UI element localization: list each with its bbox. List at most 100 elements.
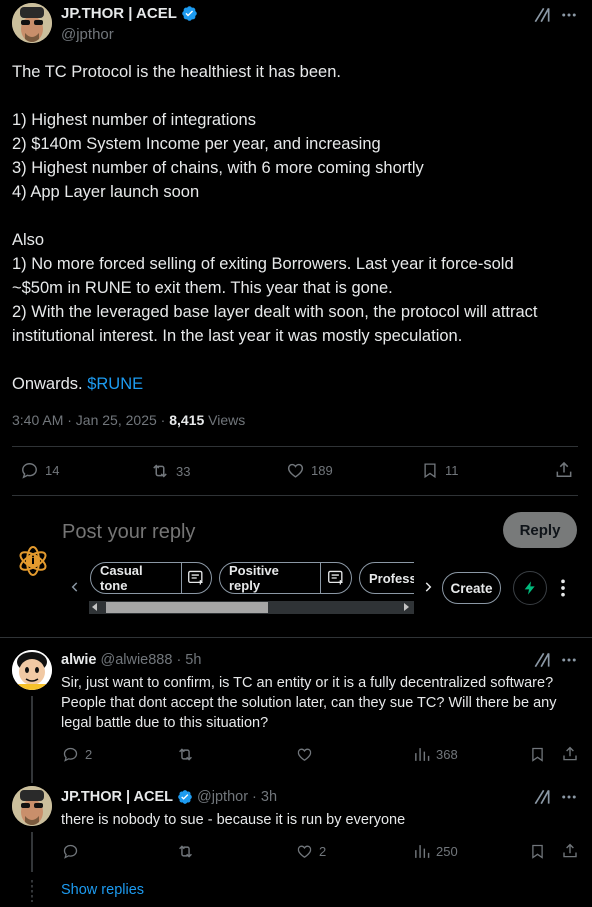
show-replies-link[interactable]: Show replies <box>61 882 144 898</box>
tweet-line: 1) No more forced selling of exiting Bor… <box>12 255 514 273</box>
like-count: 189 <box>311 463 333 478</box>
repost-button[interactable]: 33 <box>150 461 190 481</box>
like-icon <box>297 748 312 761</box>
reply-author-name[interactable]: JP.THOR | ACEL <box>61 789 173 805</box>
reply-button[interactable]: 14 <box>20 461 59 480</box>
repost-button[interactable] <box>176 842 201 861</box>
repost-button[interactable] <box>176 745 201 764</box>
reply-count: 14 <box>45 463 60 478</box>
reply-input[interactable] <box>62 516 482 548</box>
suggestion-casual-tone[interactable]: Casual tone <box>90 562 212 594</box>
composer-more-icon[interactable] <box>556 578 570 598</box>
views-count: 8,415 <box>169 412 205 428</box>
reply-avatar[interactable] <box>12 650 52 690</box>
bookmark-icon <box>532 844 543 859</box>
grok-icon[interactable] <box>532 787 552 807</box>
reply-icon <box>22 463 37 479</box>
rewrite-icon[interactable] <box>181 570 211 586</box>
suggestion-label: Positive reply <box>229 563 279 593</box>
suggestions-scrollbar[interactable] <box>89 601 414 614</box>
reply-author-name[interactable]: alwie <box>61 652 96 668</box>
tweet-timestamp[interactable]: 3:40 AM · Jan 25, 2025 · <box>12 412 169 428</box>
like-count: 2 <box>319 844 327 859</box>
suggestion-positive-reply[interactable]: Positive reply <box>219 562 352 594</box>
suggestions-strip: Casual tone Positive reply Profess <box>89 562 414 596</box>
reply-avatar[interactable] <box>12 786 52 826</box>
repost-icon <box>153 464 167 478</box>
grok-icon[interactable] <box>532 650 552 670</box>
reply-count: 2 <box>85 747 93 762</box>
more-icon[interactable] <box>560 788 578 806</box>
bookmark-button[interactable]: 11 <box>421 461 459 480</box>
more-icon[interactable] <box>560 651 578 669</box>
bookmark-button[interactable] <box>529 843 546 860</box>
views-button[interactable]: 250 <box>413 843 458 860</box>
grok-boost-button[interactable] <box>513 571 547 605</box>
reply-button[interactable] <box>62 843 85 860</box>
more-icon[interactable] <box>560 6 578 24</box>
thread-line <box>31 696 33 783</box>
tweet-line: 1) Highest number of integrations <box>12 111 256 129</box>
create-button[interactable]: Create <box>442 572 501 604</box>
tweet-line: Also <box>12 231 45 249</box>
repost-count: 33 <box>176 463 191 479</box>
scroll-left-arrow[interactable] <box>92 603 97 611</box>
share-button[interactable] <box>561 745 579 763</box>
repost-icon <box>179 845 192 858</box>
like-icon <box>287 463 304 478</box>
tweet-line: institutional interest. In the last year… <box>12 327 463 345</box>
tweet-line <box>12 348 582 372</box>
like-button[interactable]: 2 <box>296 843 326 860</box>
suggestion-label: Casual tone <box>100 563 143 593</box>
share-button[interactable] <box>554 460 574 480</box>
suggestion-label: Profess <box>369 570 414 586</box>
carousel-left-icon[interactable] <box>68 580 82 594</box>
tweet-line: 3) Highest number of chains, with 6 more… <box>12 159 424 177</box>
views-button[interactable]: 368 <box>413 746 458 763</box>
views-count: 368 <box>436 747 458 762</box>
author-name[interactable]: JP.THOR | ACEL <box>61 5 177 22</box>
reply-author-handle[interactable]: @alwie888 · 5h <box>100 652 201 668</box>
like-icon <box>297 845 312 858</box>
carousel-right-icon[interactable] <box>421 580 435 594</box>
bookmark-button[interactable] <box>529 746 546 763</box>
like-button[interactable] <box>296 746 319 763</box>
divider <box>12 446 578 447</box>
composer-avatar <box>16 544 50 578</box>
views-count: 250 <box>436 844 458 859</box>
reply-icon <box>63 844 78 859</box>
thread-line <box>31 832 33 872</box>
tweet-final-text: Onwards. <box>12 375 88 393</box>
tweet-final-line: Onwards. $RUNE <box>12 372 582 396</box>
bookmark-icon <box>532 747 543 762</box>
grok-icon[interactable] <box>532 5 552 25</box>
verified-badge-icon <box>181 5 198 22</box>
rewrite-icon[interactable] <box>321 570 351 586</box>
author-handle[interactable]: @jpthor <box>61 26 114 43</box>
thread-dots <box>31 880 33 902</box>
tweet-meta: 3:40 AM · Jan 25, 2025 · 8,415 Views <box>12 412 245 428</box>
suggestion-professional[interactable]: Profess <box>359 562 414 594</box>
repost-icon <box>179 748 192 761</box>
tweet-line <box>12 204 582 228</box>
reply-button[interactable]: 2 <box>62 746 92 763</box>
share-icon <box>556 461 572 477</box>
reply-submit-button[interactable]: Reply <box>503 512 577 548</box>
tweet-line: 2) $140m System Income per year, and inc… <box>12 135 381 153</box>
reply-author-handle[interactable]: @jpthor · 3h <box>197 789 277 805</box>
share-button[interactable] <box>561 842 579 860</box>
share-icon <box>563 746 577 761</box>
reply-text: there is nobody to sue - because it is r… <box>61 812 406 828</box>
divider <box>0 637 592 638</box>
scrollbar-thumb[interactable] <box>106 602 268 613</box>
cashtag-link[interactable]: $RUNE <box>87 375 143 393</box>
bookmark-count: 11 <box>445 463 459 478</box>
author-avatar[interactable] <box>12 3 52 43</box>
like-button[interactable]: 189 <box>286 461 333 480</box>
tweet-line: 2) With the leveraged base layer dealt w… <box>12 303 538 321</box>
views-icon <box>415 748 430 761</box>
scroll-right-arrow[interactable] <box>404 603 409 611</box>
tweet-line: ~$50m in RUNE to exit them. This year th… <box>12 279 393 297</box>
tweet-line: 4) App Layer launch soon <box>12 183 200 201</box>
verified-badge-icon <box>177 789 193 805</box>
